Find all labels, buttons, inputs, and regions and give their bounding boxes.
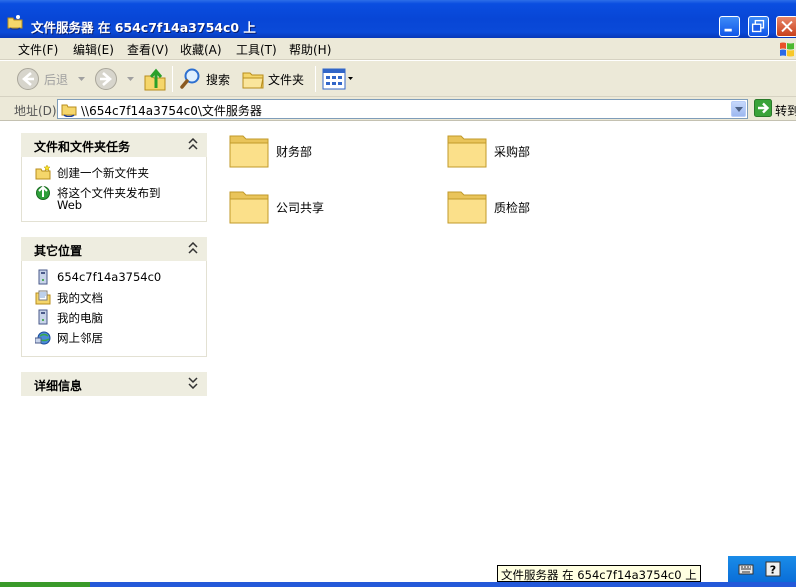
forward-arrow-icon[interactable] [94, 67, 118, 91]
address-value: \\654c7f14a3754c0\文件服务器 [81, 104, 262, 118]
up-folder-icon[interactable] [143, 66, 167, 92]
details-panel: 详细信息 [21, 372, 207, 396]
address-dropdown-button[interactable] [731, 101, 746, 117]
panel-title: 详细信息 [34, 379, 83, 393]
computer-icon [38, 269, 48, 285]
folder-name: 财务部 [276, 145, 313, 159]
panel-body: 创建一个新文件夹 将这个文件夹发布到 Web [21, 157, 207, 222]
title-tooltip: 文件服务器 在 654c7f14a3754c0 上 [497, 565, 701, 582]
panel-header[interactable]: 其它位置 [21, 237, 207, 261]
toolbar: 后退 搜索 文件夹 [0, 61, 796, 97]
new-folder-icon [35, 164, 51, 180]
share-folder-icon [61, 104, 77, 117]
menu-tools[interactable]: 工具(T) [236, 41, 277, 58]
system-tray: ? [728, 556, 796, 582]
help-icon[interactable]: ? [765, 561, 781, 577]
windows-logo-icon [780, 42, 794, 57]
menu-edit[interactable]: 编辑(E) [73, 41, 114, 58]
folder-item[interactable]: 财务部 [228, 130, 428, 174]
close-icon [781, 20, 793, 33]
place-label: 我的文档 [57, 291, 103, 305]
address-input[interactable]: \\654c7f14a3754c0\文件服务器 [57, 99, 748, 119]
svg-text:?: ? [770, 564, 776, 577]
my-documents-icon [35, 290, 51, 305]
forward-dropdown-icon[interactable] [127, 77, 134, 82]
place-label: 654c7f14a3754c0 [57, 270, 162, 284]
folder-icon [229, 191, 269, 224]
minimize-button[interactable] [719, 16, 740, 37]
minimize-icon [724, 28, 732, 32]
my-computer-icon [38, 309, 48, 325]
menu-help[interactable]: 帮助(H) [289, 41, 331, 58]
collapse-chevron-icon[interactable] [188, 138, 198, 150]
keyboard-icon[interactable] [738, 561, 754, 577]
back-label[interactable]: 后退 [44, 71, 68, 88]
panel-header[interactable]: 详细信息 [21, 372, 207, 396]
restore-button[interactable] [748, 16, 769, 37]
folder-view[interactable]: 财务部 采购部 公司共享 质检部 [217, 122, 796, 559]
place-label: 网上邻居 [57, 331, 103, 345]
task-label-web: Web [57, 198, 83, 212]
chevron-down-icon [735, 107, 743, 112]
other-places-panel: 其它位置 654c7f14a3754c0 我的文档 我的电脑 网上邻居 [21, 237, 207, 357]
back-dropdown-icon[interactable] [78, 77, 85, 82]
search-label[interactable]: 搜索 [206, 71, 230, 88]
window-title: 文件服务器 在 654c7f14a3754c0 上 [31, 20, 256, 35]
panel-body: 654c7f14a3754c0 我的文档 我的电脑 网上邻居 [21, 261, 207, 357]
menu-file[interactable]: 文件(F) [18, 41, 58, 58]
folder-icon [447, 135, 487, 168]
panel-title: 文件和文件夹任务 [34, 140, 131, 154]
back-arrow-icon[interactable] [16, 67, 40, 91]
collapse-chevron-icon[interactable] [188, 242, 198, 254]
address-label: 地址(D) [14, 104, 57, 118]
network-icon [35, 331, 51, 345]
folders-label[interactable]: 文件夹 [268, 71, 304, 88]
go-arrow-icon[interactable] [754, 99, 772, 117]
expand-chevron-icon[interactable] [188, 377, 198, 389]
folder-name: 公司共享 [276, 201, 325, 215]
file-folder-tasks-panel: 文件和文件夹任务 创建一个新文件夹 将这个文件夹发布到 Web [21, 133, 207, 222]
folder-item[interactable]: 质检部 [446, 186, 646, 230]
menu-view[interactable]: 查看(V) [127, 41, 169, 58]
close-button[interactable] [776, 16, 796, 37]
folder-icon [229, 135, 269, 168]
folders-icon[interactable] [241, 67, 265, 91]
taskbar [0, 582, 796, 587]
folder-item[interactable]: 采购部 [446, 130, 646, 174]
menu-favorites[interactable]: 收藏(A) [180, 41, 222, 58]
panel-title: 其它位置 [34, 244, 83, 258]
folder-icon [447, 191, 487, 224]
search-icon[interactable] [179, 67, 203, 91]
menu-bar: 文件(F) 编辑(E) 查看(V) 收藏(A) 工具(T) 帮助(H) [0, 38, 796, 60]
place-label: 我的电脑 [57, 311, 103, 325]
address-bar: 地址(D) \\654c7f14a3754c0\文件服务器 转到 [0, 97, 796, 121]
views-icon[interactable] [322, 68, 354, 90]
panel-header[interactable]: 文件和文件夹任务 [21, 133, 207, 157]
restore-icon [751, 19, 765, 33]
task-pane: 文件和文件夹任务 创建一个新文件夹 将这个文件夹发布到 Web 其它位置 654… [0, 122, 217, 559]
title-bar[interactable]: 文件服务器 在 654c7f14a3754c0 上 [0, 0, 796, 38]
go-label[interactable]: 转到 [775, 102, 796, 119]
folder-name: 质检部 [494, 201, 531, 215]
task-label: 创建一个新文件夹 [57, 166, 149, 180]
share-folder-icon [7, 15, 23, 30]
folder-item[interactable]: 公司共享 [228, 186, 428, 230]
folder-name: 采购部 [494, 145, 531, 159]
publish-web-icon [36, 185, 50, 200]
